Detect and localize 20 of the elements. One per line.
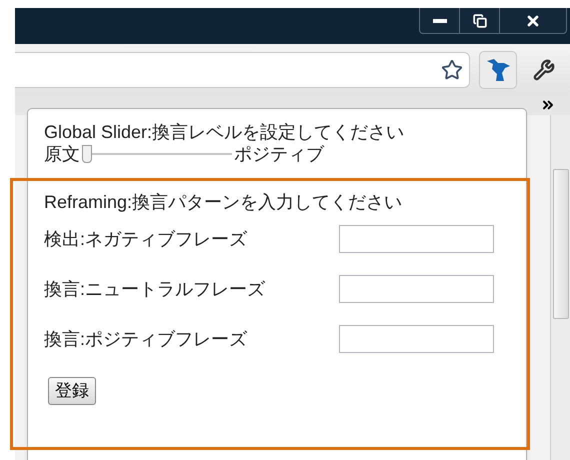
scrollbar[interactable]	[550, 115, 570, 460]
phrase-field[interactable]	[339, 275, 494, 303]
slider-left-label: 原文	[44, 143, 80, 165]
phrase-field[interactable]	[339, 225, 494, 253]
restore-icon	[472, 14, 486, 28]
field-label: 換言:ポジティブフレーズ	[44, 328, 248, 351]
extension-button[interactable]	[479, 50, 517, 88]
slider-title: Global Slider:換言レベルを設定してください	[44, 121, 406, 143]
reframing-title: Reframing:換言パターンを入力してください	[44, 191, 404, 213]
field-label: 検出:ネガティブフレーズ	[44, 228, 248, 251]
close-icon	[525, 12, 541, 28]
field-label: 換言:ニュートラルフレーズ	[44, 278, 266, 301]
minimize-icon	[432, 18, 446, 22]
register-button[interactable]: 登録	[48, 377, 96, 405]
wrench-icon[interactable]	[533, 58, 555, 80]
star-icon[interactable]	[441, 58, 463, 80]
slider-right-label: ポジティブ	[234, 143, 324, 165]
scrollbar-thumb[interactable]	[552, 169, 568, 319]
slider-thumb[interactable]	[82, 145, 92, 163]
phrase-field[interactable]	[339, 325, 494, 353]
